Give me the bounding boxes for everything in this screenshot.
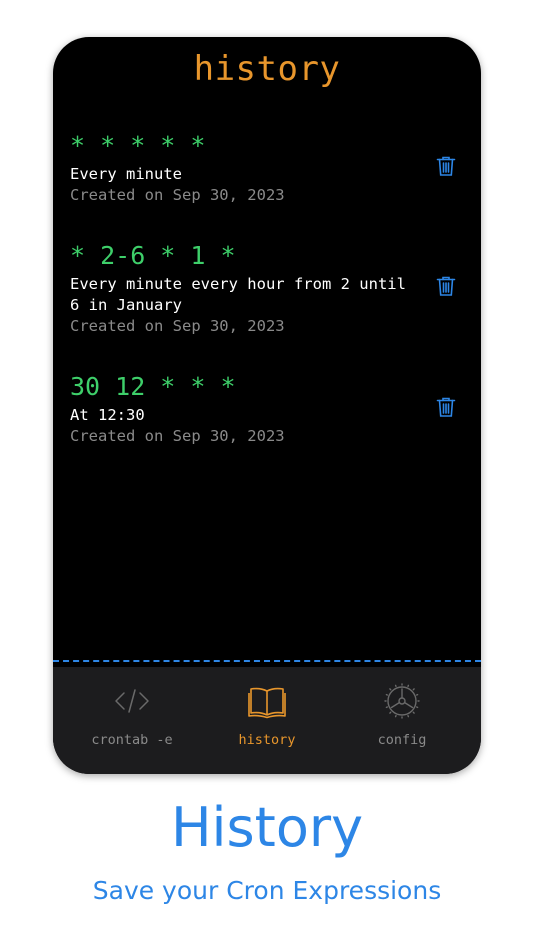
- promo-subtitle: Save your Cron Expressions: [92, 876, 442, 905]
- page-title: history: [193, 49, 341, 89]
- history-item[interactable]: * * * * * Every minute Created on Sep 30…: [70, 129, 464, 206]
- cron-expression: * * * * *: [70, 131, 206, 160]
- history-item[interactable]: 30 12 * * * At 12:30 Created on Sep 30, …: [70, 370, 464, 447]
- tab-crontab[interactable]: crontab -e: [67, 681, 197, 761]
- created-date: Created on Sep 30, 2023: [70, 427, 285, 445]
- created-date: Created on Sep 30, 2023: [70, 317, 285, 335]
- cron-description: Every minute every hour from 2 until 6 i…: [70, 275, 406, 314]
- gear-icon: [380, 681, 424, 721]
- tab-history[interactable]: history: [202, 681, 332, 761]
- tab-bar: crontab -e history config: [53, 660, 481, 774]
- history-item[interactable]: * 2-6 * 1 * Every minute every hour from…: [70, 239, 464, 337]
- code-icon: [110, 681, 154, 721]
- cron-description: Every minute: [70, 165, 182, 183]
- book-icon: [245, 681, 289, 721]
- cron-description: At 12:30: [70, 406, 145, 424]
- trash-icon[interactable]: [436, 155, 456, 177]
- phone-screen: history * * * * * Every minute Created o…: [53, 37, 481, 774]
- created-date: Created on Sep 30, 2023: [70, 186, 285, 204]
- tab-config[interactable]: config: [337, 681, 467, 761]
- tab-label: history: [238, 732, 296, 748]
- history-list: * * * * * Every minute Created on Sep 30…: [70, 129, 481, 447]
- trash-icon[interactable]: [436, 396, 456, 418]
- cron-expression: * 2-6 * 1 *: [70, 241, 236, 270]
- cron-expression: 30 12 * * *: [70, 372, 236, 401]
- trash-icon[interactable]: [436, 275, 456, 297]
- tab-label: config: [377, 732, 427, 748]
- tab-bar-divider: [53, 660, 481, 662]
- tab-label: crontab -e: [91, 732, 173, 748]
- promo-headline: History: [170, 796, 364, 859]
